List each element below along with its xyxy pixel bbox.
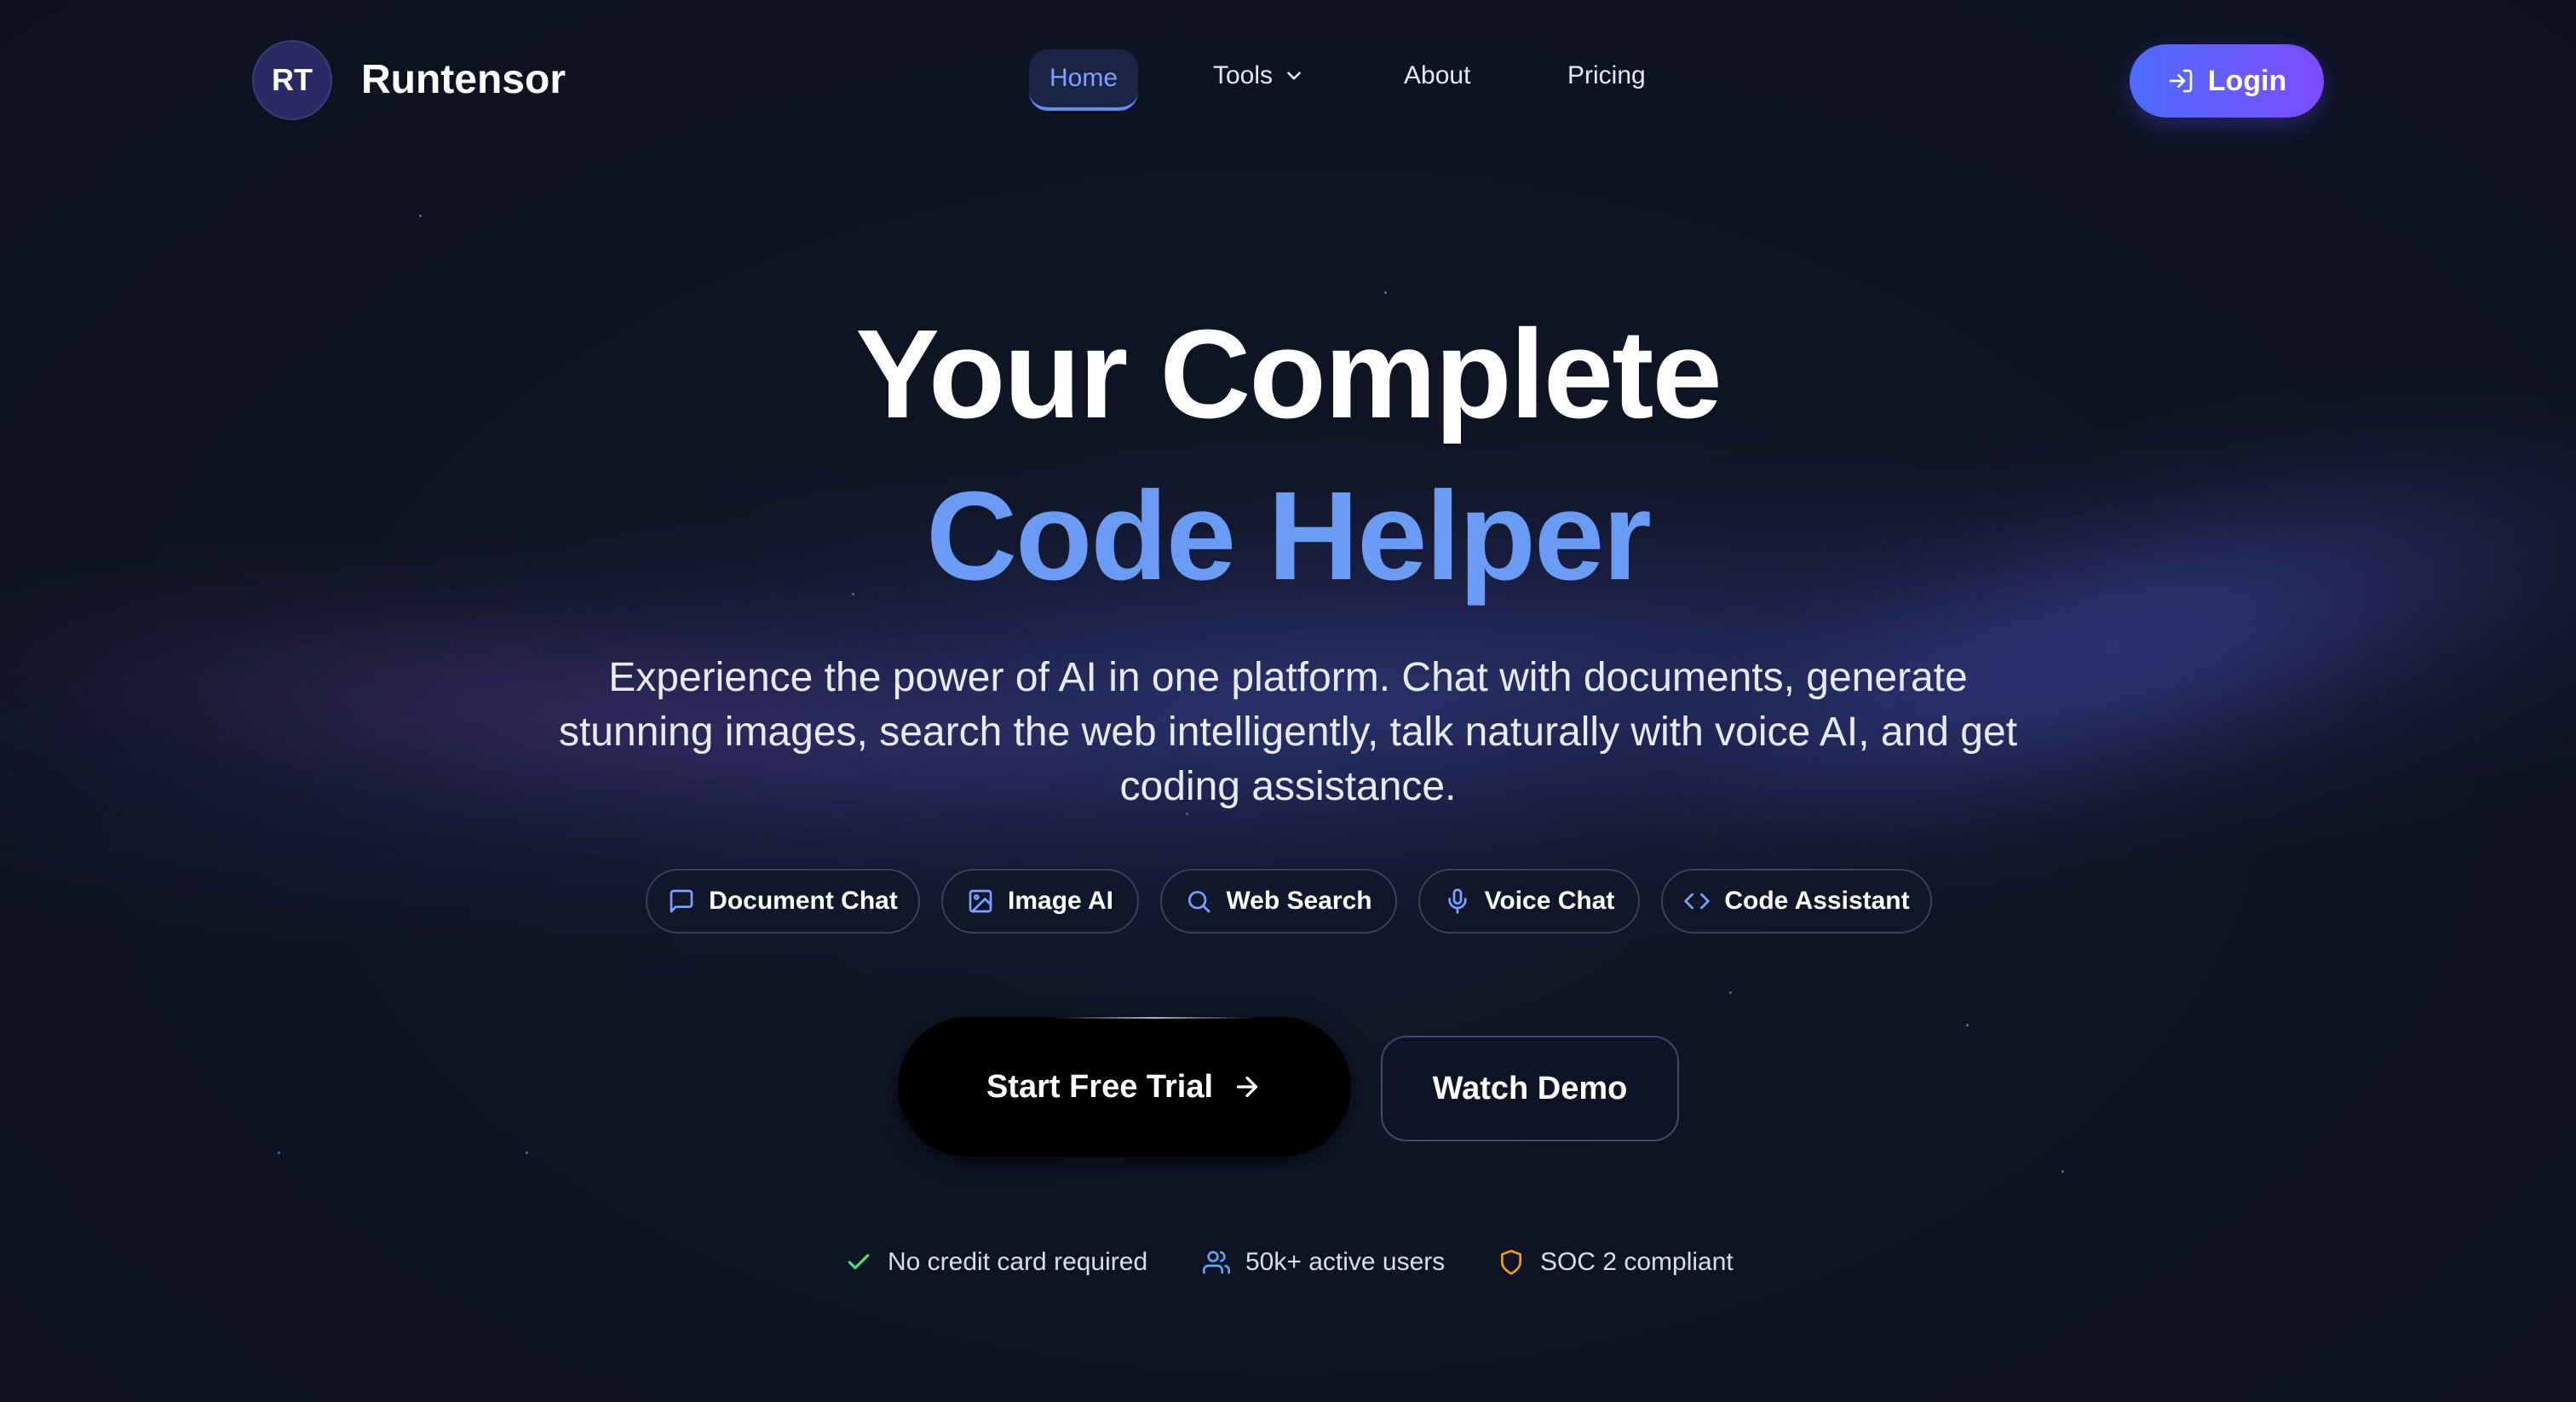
- nav-tools[interactable]: Tools: [1213, 61, 1305, 90]
- watch-demo-button[interactable]: Watch Demo: [1381, 1036, 1679, 1141]
- feature-pill-web-search[interactable]: Web Search: [1160, 869, 1397, 934]
- logo-badge[interactable]: RT: [252, 40, 332, 120]
- logo-initials: RT: [272, 62, 313, 97]
- start-free-trial-label: Start Free Trial: [986, 1068, 1214, 1105]
- trust-item-soc2: SOC 2 compliant: [1498, 1244, 1734, 1281]
- nav-pricing[interactable]: Pricing: [1567, 61, 1646, 90]
- shield-icon: [1501, 1250, 1521, 1275]
- watch-demo-label: Watch Demo: [1432, 1070, 1628, 1106]
- feature-pill-label: Web Search: [1226, 887, 1372, 915]
- login-button[interactable]: Login: [2130, 44, 2324, 118]
- feature-pill-label: Code Assistant: [1724, 887, 1910, 915]
- message-square-icon: [670, 889, 693, 913]
- feature-pill-voice-chat[interactable]: Voice Chat: [1418, 869, 1640, 934]
- arrow-right-icon: [1236, 1076, 1258, 1098]
- code-icon: [1684, 893, 1711, 910]
- search-icon: [1188, 891, 1210, 913]
- feature-pill-label: Voice Chat: [1484, 887, 1615, 915]
- hero-title-line2: Code Helper: [926, 466, 1652, 606]
- trust-item-users: 50k+ active users: [1203, 1244, 1445, 1281]
- login-label: Login: [2207, 64, 2287, 97]
- trust-label: 50k+ active users: [1245, 1248, 1446, 1276]
- start-free-trial-button[interactable]: Start Free Trial: [898, 1017, 1351, 1157]
- brand-name[interactable]: Runtensor: [361, 56, 566, 103]
- hero-title-line1: Your Complete: [855, 304, 1722, 445]
- chevron-down-icon: [1287, 72, 1301, 80]
- feature-pill-document-chat[interactable]: Document Chat: [646, 869, 920, 934]
- feature-pill-code-assistant[interactable]: Code Assistant: [1661, 869, 1932, 934]
- trust-item-no-card: No credit card required: [845, 1244, 1147, 1281]
- nav-about[interactable]: About: [1404, 61, 1470, 90]
- feature-pill-label: Image AI: [1008, 887, 1113, 915]
- microphone-icon: [1447, 888, 1467, 914]
- nav-tools-label: Tools: [1213, 61, 1274, 89]
- login-icon: [2169, 69, 2193, 93]
- trust-label: SOC 2 compliant: [1540, 1248, 1734, 1276]
- image-icon: [969, 889, 992, 913]
- nav-home-label: Home: [1049, 64, 1118, 92]
- feature-pill-label: Document Chat: [709, 887, 898, 915]
- users-icon: [1203, 1250, 1230, 1274]
- hero-subtitle: Experience the power of AI in one platfo…: [558, 655, 2018, 809]
- feature-pill-image-ai[interactable]: Image AI: [941, 869, 1139, 934]
- nav-home[interactable]: Home: [1029, 49, 1138, 111]
- trust-label: No credit card required: [888, 1248, 1148, 1276]
- check-icon: [848, 1254, 870, 1270]
